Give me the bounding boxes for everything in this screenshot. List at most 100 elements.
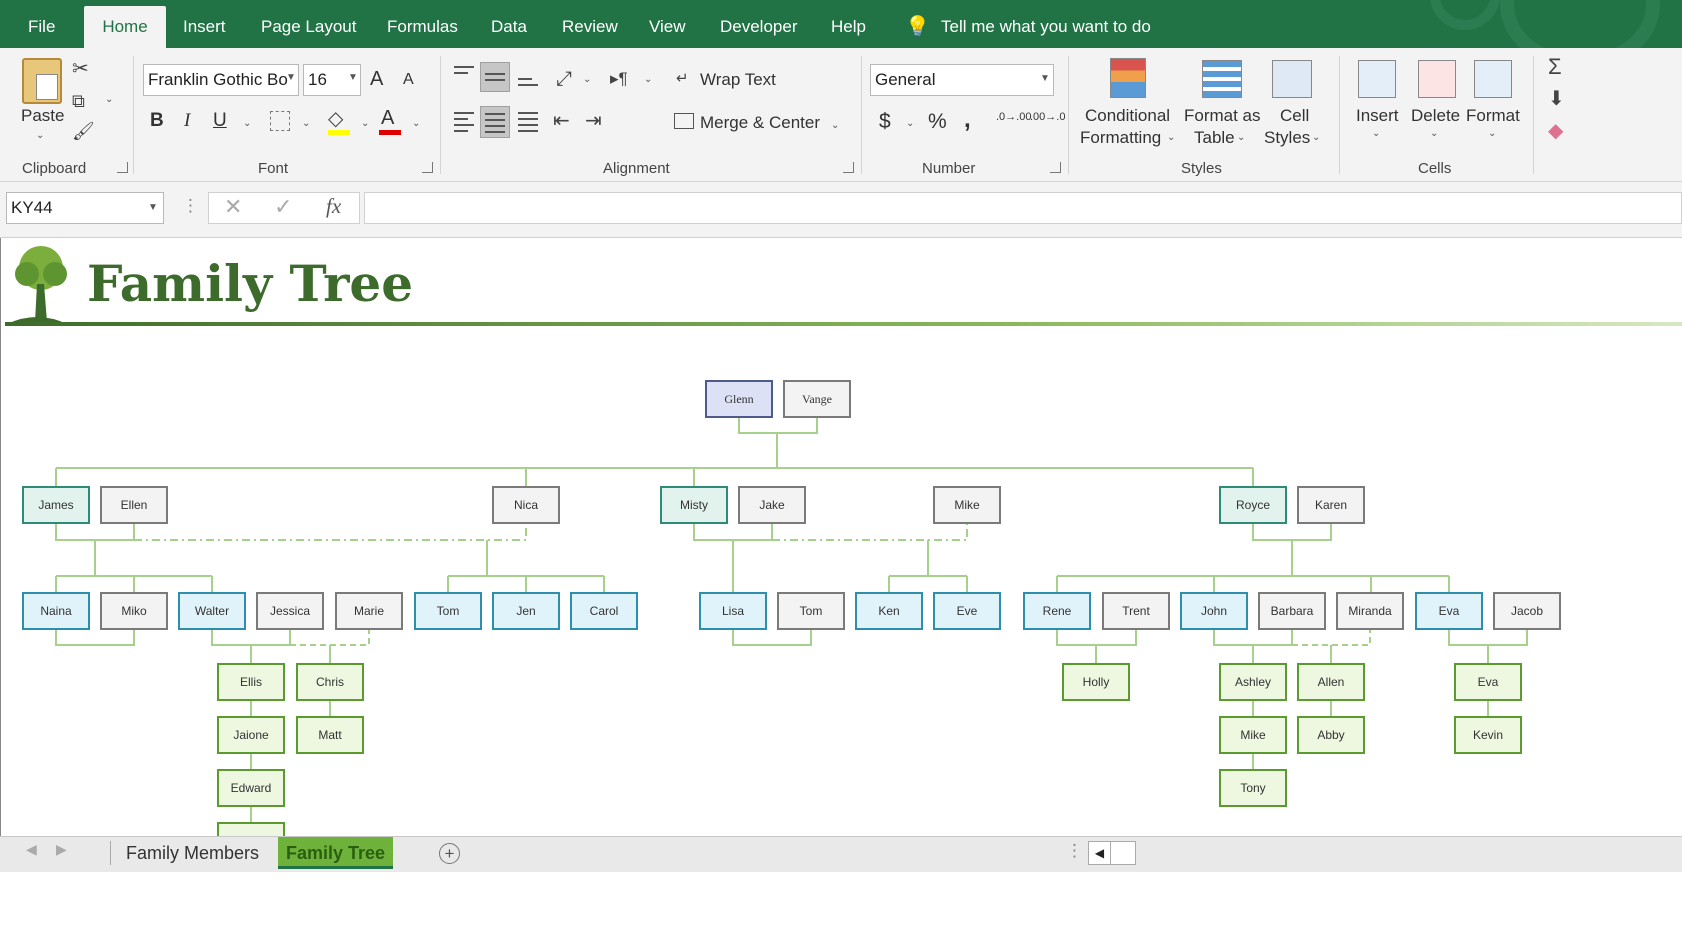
align-center-button[interactable]	[480, 106, 510, 138]
tree-node-jake[interactable]: Jake	[738, 486, 806, 524]
format-as-table-line2[interactable]: Table	[1194, 128, 1235, 148]
font-size-chevron-icon[interactable]: ▼	[348, 72, 358, 83]
currency-button[interactable]: $	[879, 110, 891, 134]
tree-node-carol[interactable]: Carol	[570, 592, 638, 630]
tree-node-kevin[interactable]: Kevin	[1454, 716, 1522, 754]
scroll-left-icon[interactable]: ◀	[1089, 842, 1111, 864]
tree-node-eve[interactable]: Eve	[933, 592, 1001, 630]
tree-node-trent[interactable]: Trent	[1102, 592, 1170, 630]
tree-node-jacob[interactable]: Jacob	[1493, 592, 1561, 630]
format-as-table-line1[interactable]: Format as	[1184, 106, 1261, 126]
align-middle-button[interactable]	[480, 62, 510, 92]
underline-chevron-icon[interactable]: ⌄	[243, 118, 251, 129]
delete-cells-button[interactable]: Delete	[1411, 106, 1460, 126]
merge-center-icon[interactable]	[674, 113, 694, 129]
tree-node-walter[interactable]: Walter	[178, 592, 246, 630]
tree-node-barbara[interactable]: Barbara	[1258, 592, 1326, 630]
tree-node-matt[interactable]: Matt	[296, 716, 364, 754]
format-as-table-chevron-icon[interactable]: ⌄	[1237, 132, 1245, 143]
tab-review[interactable]: Review	[562, 0, 618, 48]
tree-node-misty[interactable]: Misty	[660, 486, 728, 524]
tree-node-chris[interactable]: Chris	[296, 663, 364, 701]
tree-node-nica[interactable]: Nica	[492, 486, 560, 524]
conditional-formatting-line1[interactable]: Conditional	[1085, 106, 1170, 126]
formula-bar-drag-icon[interactable]: ⋮	[182, 196, 199, 216]
shrink-font-button[interactable]: A	[403, 71, 414, 89]
tree-node-jessica[interactable]: Jessica	[256, 592, 324, 630]
tree-node-naina[interactable]: Naina	[22, 592, 90, 630]
font-name-chevron-icon[interactable]: ▼	[286, 72, 296, 83]
increase-indent-icon[interactable]: ⇥	[585, 110, 602, 132]
tab-insert[interactable]: Insert	[183, 0, 226, 48]
insert-chevron-icon[interactable]: ⌄	[1372, 128, 1380, 139]
tree-node-miko[interactable]: Miko	[100, 592, 168, 630]
tree-node-eva[interactable]: Eva	[1415, 592, 1483, 630]
fill-color-chevron-icon[interactable]: ⌄	[361, 118, 369, 129]
tab-formulas[interactable]: Formulas	[387, 0, 458, 48]
cell-styles-icon[interactable]	[1272, 60, 1312, 98]
conditional-formatting-line2[interactable]: Formatting	[1080, 128, 1161, 148]
decrease-indent-icon[interactable]: ⇤	[553, 110, 570, 132]
tab-developer[interactable]: Developer	[720, 0, 798, 48]
tree-node-vange[interactable]: Vange	[783, 380, 851, 418]
sheet-tab-family-tree[interactable]: Family Tree	[278, 837, 394, 869]
tree-node-partial[interactable]	[217, 822, 285, 836]
borders-icon[interactable]	[270, 111, 290, 131]
prev-sheet-icon[interactable]: ◀	[26, 841, 37, 858]
tree-node-tom[interactable]: Tom	[777, 592, 845, 630]
number-format-chevron-icon[interactable]: ▼	[1040, 73, 1050, 84]
alignment-launcher-icon[interactable]	[843, 162, 854, 173]
conditional-formatting-chevron-icon[interactable]: ⌄	[1167, 132, 1175, 143]
tree-node-mike-2[interactable]: Mike	[1219, 716, 1287, 754]
orientation-chevron-icon[interactable]: ⌄	[583, 74, 591, 85]
font-color-chevron-icon[interactable]: ⌄	[412, 118, 420, 129]
tree-node-ellen[interactable]: Ellen	[100, 486, 168, 524]
insert-cells-icon[interactable]	[1358, 60, 1396, 98]
tab-file[interactable]: File	[28, 0, 55, 48]
text-direction-chevron-icon[interactable]: ⌄	[644, 74, 652, 85]
tab-page-layout[interactable]: Page Layout	[261, 0, 356, 48]
underline-button[interactable]: U	[213, 110, 227, 132]
autosum-icon[interactable]: Σ	[1548, 56, 1562, 78]
bold-button[interactable]: B	[150, 110, 164, 132]
merge-chevron-icon[interactable]: ⌄	[831, 120, 839, 131]
tree-node-rene[interactable]: Rene	[1023, 592, 1091, 630]
tree-node-jaione[interactable]: Jaione	[217, 716, 285, 754]
tab-home[interactable]: Home	[84, 6, 166, 48]
delete-cells-icon[interactable]	[1418, 60, 1456, 98]
tree-node-miranda[interactable]: Miranda	[1336, 592, 1404, 630]
insert-function-button[interactable]: fx	[326, 194, 341, 219]
tree-node-lisa[interactable]: Lisa	[699, 592, 767, 630]
worksheet-area[interactable]: Family Tree Glenn Vange James Ellen Nica…	[0, 238, 1682, 836]
tree-node-allen[interactable]: Allen	[1297, 663, 1365, 701]
tree-node-john[interactable]: John	[1180, 592, 1248, 630]
tree-node-marie[interactable]: Marie	[335, 592, 403, 630]
name-box[interactable]: KY44	[6, 192, 164, 224]
tree-node-ken[interactable]: Ken	[855, 592, 923, 630]
number-format-combo[interactable]: General	[870, 64, 1054, 96]
cut-icon[interactable]: ✂	[72, 58, 89, 80]
insert-cells-button[interactable]: Insert	[1356, 106, 1399, 126]
tree-node-glenn[interactable]: Glenn	[705, 380, 773, 418]
italic-button[interactable]: I	[184, 110, 190, 132]
cell-styles-line1[interactable]: Cell	[1280, 106, 1309, 126]
tree-node-karen[interactable]: Karen	[1297, 486, 1365, 524]
add-sheet-icon[interactable]: +	[439, 843, 460, 864]
tree-node-abby[interactable]: Abby	[1297, 716, 1365, 754]
merge-center-button[interactable]: Merge & Center	[700, 113, 820, 133]
orientation-icon[interactable]: ⤢	[556, 68, 572, 90]
font-color-button[interactable]: A	[381, 107, 394, 130]
borders-chevron-icon[interactable]: ⌄	[302, 118, 310, 129]
format-cells-icon[interactable]	[1474, 60, 1512, 98]
delete-chevron-icon[interactable]: ⌄	[1430, 128, 1438, 139]
format-cells-button[interactable]: Format	[1466, 106, 1520, 126]
tree-node-holly[interactable]: Holly	[1062, 663, 1130, 701]
formula-input[interactable]	[364, 192, 1682, 224]
next-sheet-icon[interactable]: ▶	[56, 841, 67, 858]
paste-icon[interactable]	[22, 58, 62, 104]
tree-node-tony[interactable]: Tony	[1219, 769, 1287, 807]
tell-me-search[interactable]: Tell me what you want to do	[941, 0, 1151, 48]
align-right-icon[interactable]	[518, 108, 538, 136]
cell-styles-line2[interactable]: Styles	[1264, 128, 1310, 148]
align-bottom-icon[interactable]	[518, 74, 538, 90]
